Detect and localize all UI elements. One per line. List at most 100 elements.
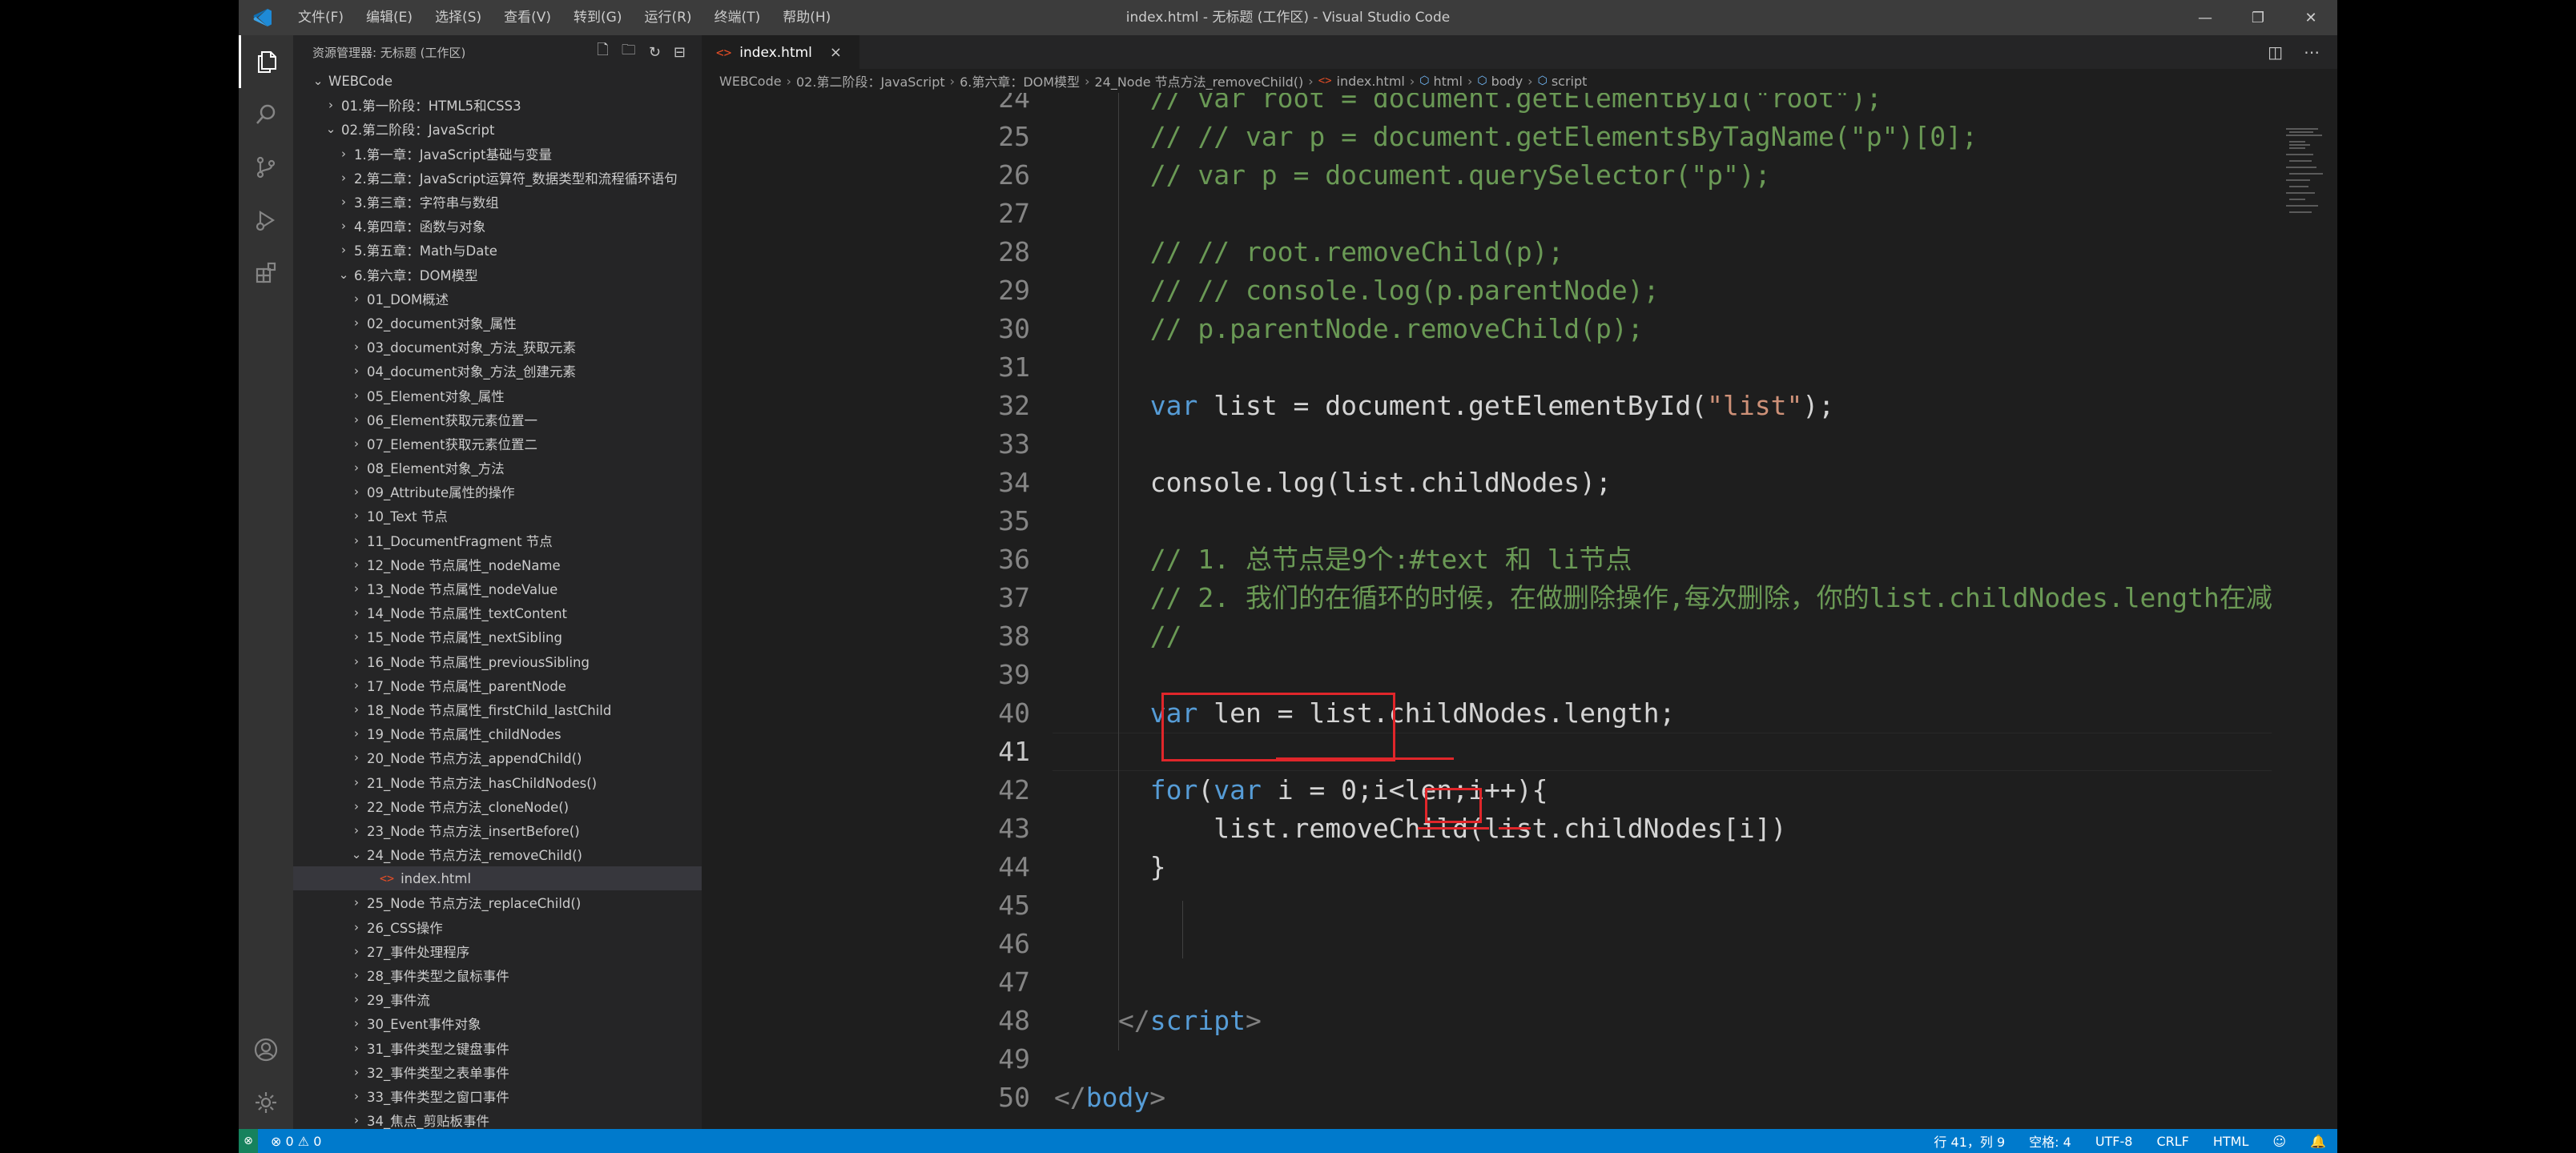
folder-item[interactable]: › 13_Node 节点属性_nodeValue xyxy=(293,576,702,601)
line-number: 41 xyxy=(998,736,1030,767)
folder-item[interactable]: › 18_Node 节点属性_firstChild_lastChild xyxy=(293,697,702,721)
breadcrumb-item[interactable]: 24_Node 节点方法_removeChild() xyxy=(1094,71,1303,90)
menu-item[interactable]: 运行(R) xyxy=(633,0,702,35)
feedback-icon[interactable]: ☺ xyxy=(2272,1134,2286,1149)
folder-item[interactable]: › 20_Node 节点方法_appendChild() xyxy=(293,745,702,769)
language-mode[interactable]: HTML xyxy=(2213,1134,2249,1149)
close-tab-icon[interactable]: × xyxy=(830,44,842,61)
menu-item[interactable]: 帮助(H) xyxy=(771,0,842,35)
folder-item[interactable]: ⌄ 6.第六章：DOM模型 xyxy=(293,263,702,287)
close-window-button[interactable]: ✕ xyxy=(2284,0,2337,35)
menu-item[interactable]: 转到(G) xyxy=(562,0,633,35)
folder-item[interactable]: › 08_Element对象_方法 xyxy=(293,456,702,480)
tree-item-label: 02.第二阶段：JavaScript xyxy=(341,123,495,139)
indentation[interactable]: 空格: 4 xyxy=(2029,1131,2071,1151)
new-folder-icon[interactable]: 🗀 xyxy=(622,40,636,64)
folder-item[interactable]: › 1.第一章：JavaScript基础与变量 xyxy=(293,142,702,166)
line-number: 24 xyxy=(998,93,1030,114)
explorer-icon[interactable] xyxy=(239,35,293,88)
folder-item[interactable]: › 17_Node 节点属性_parentNode xyxy=(293,673,702,697)
folder-item[interactable]: › 31_事件类型之键盘事件 xyxy=(293,1036,702,1060)
extensions-icon[interactable] xyxy=(239,247,293,299)
folder-item[interactable]: › 09_Attribute属性的操作 xyxy=(293,480,702,504)
folder-item[interactable]: › 14_Node 节点属性_textContent xyxy=(293,601,702,625)
breadcrumb-item[interactable]: script xyxy=(1552,74,1588,89)
code-line: 50 </body> xyxy=(702,1079,2272,1117)
folder-item[interactable]: › 3.第三章：字符串与数组 xyxy=(293,190,702,214)
breadcrumb-item[interactable]: 02.第二阶段：JavaScript xyxy=(796,71,945,90)
refresh-icon[interactable]: ↻ xyxy=(649,44,661,61)
split-editor-icon[interactable]: ◫ xyxy=(2268,42,2283,62)
problems-count[interactable]: ⊗ 0 ⚠ 0 xyxy=(258,1134,321,1149)
breadcrumb-item[interactable]: index.html xyxy=(1337,74,1405,89)
folder-item[interactable]: ⌄ 24_Node 节点方法_removeChild() xyxy=(293,842,702,866)
folder-item[interactable]: › 30_Event事件对象 xyxy=(293,1011,702,1035)
folder-item[interactable]: › 26_CSS操作 xyxy=(293,915,702,939)
minimap[interactable] xyxy=(2272,93,2337,1129)
breadcrumb-item[interactable]: 6.第六章：DOM模型 xyxy=(960,71,1080,90)
line-number: 27 xyxy=(998,198,1030,229)
line-number: 40 xyxy=(998,697,1030,729)
folder-item[interactable]: › 06_Element获取元素位置一 xyxy=(293,408,702,432)
folder-item[interactable]: › 05_Element对象_属性 xyxy=(293,383,702,407)
end-of-line[interactable]: CRLF xyxy=(2156,1134,2188,1149)
file-item[interactable]: <> index.html xyxy=(293,866,702,891)
more-actions-icon[interactable]: ⋯ xyxy=(2304,42,2320,62)
folder-item[interactable]: › 01_DOM概述 xyxy=(293,287,702,311)
new-file-icon[interactable]: 🗋 xyxy=(597,40,608,64)
notifications-icon[interactable]: 🔔 xyxy=(2310,1134,2326,1149)
folder-item[interactable]: › 28_事件类型之鼠标事件 xyxy=(293,963,702,987)
folder-item[interactable]: › 22_Node 节点方法_cloneNode() xyxy=(293,794,702,818)
folder-item[interactable]: › 02_document对象_属性 xyxy=(293,311,702,335)
minimize-button[interactable]: — xyxy=(2179,0,2232,35)
chevron-right-icon: › xyxy=(354,750,359,765)
folder-item[interactable]: › 19_Node 节点属性_childNodes xyxy=(293,721,702,745)
folder-item[interactable]: › 32_事件类型之表单事件 xyxy=(293,1060,702,1084)
folder-item[interactable]: › 2.第二章：JavaScript运算符_数据类型和流程循环语句 xyxy=(293,166,702,190)
menu-item[interactable]: 编辑(E) xyxy=(355,0,424,35)
maximize-button[interactable]: ❐ xyxy=(2232,0,2284,35)
menu-item[interactable]: 选择(S) xyxy=(424,0,493,35)
menu-item[interactable]: 终端(T) xyxy=(703,0,772,35)
folder-item[interactable]: › 10_Text 节点 xyxy=(293,504,702,528)
encoding[interactable]: UTF-8 xyxy=(2095,1134,2133,1149)
folder-item[interactable]: › 11_DocumentFragment 节点 xyxy=(293,528,702,552)
chevron-right-icon: › xyxy=(354,532,359,548)
folder-item[interactable]: › 27_事件处理程序 xyxy=(293,939,702,963)
search-icon[interactable] xyxy=(239,88,293,141)
breadcrumb-item[interactable]: WEBCode xyxy=(719,74,782,89)
folder-item[interactable]: ⌄ 02.第二阶段：JavaScript xyxy=(293,117,702,141)
folder-item[interactable]: › 34_焦点_剪贴板事件 xyxy=(293,1108,702,1129)
folder-item[interactable]: › 12_Node 节点属性_nodeName xyxy=(293,552,702,576)
folder-item[interactable]: › 25_Node 节点方法_replaceChild() xyxy=(293,890,702,914)
collapse-all-icon[interactable]: ⊟ xyxy=(674,44,686,61)
folder-item[interactable]: › 23_Node 节点方法_insertBefore() xyxy=(293,818,702,842)
settings-gear-icon[interactable] xyxy=(239,1076,293,1129)
run-debug-icon[interactable] xyxy=(239,194,293,247)
code-editor[interactable]: 24 // var root = document.getElementById(… xyxy=(702,93,2272,1129)
folder-item[interactable]: › 21_Node 节点方法_hasChildNodes() xyxy=(293,769,702,793)
chevron-right-icon: › xyxy=(341,219,346,234)
menu-item[interactable]: 查看(V) xyxy=(493,0,562,35)
folder-item[interactable]: › 04_document对象_方法_创建元素 xyxy=(293,359,702,383)
source-control-icon[interactable] xyxy=(239,141,293,194)
account-icon[interactable] xyxy=(239,1023,293,1076)
breadcrumb-item[interactable]: html xyxy=(1434,74,1463,89)
line-number: 48 xyxy=(998,1005,1030,1036)
folder-item[interactable]: › 07_Element获取元素位置二 xyxy=(293,432,702,456)
folder-item[interactable]: › 29_事件流 xyxy=(293,987,702,1011)
folder-item[interactable]: › 16_Node 节点属性_previousSibling xyxy=(293,649,702,673)
tree-item-label: 6.第六章：DOM模型 xyxy=(354,267,478,283)
remote-indicator-icon[interactable]: ⊗ xyxy=(239,1129,258,1153)
cursor-position[interactable]: 行 41，列 9 xyxy=(1934,1131,2005,1151)
folder-item[interactable]: › 03_document对象_方法_获取元素 xyxy=(293,335,702,359)
folder-item[interactable]: › 01.第一阶段：HTML5和CSS3 xyxy=(293,93,702,117)
breadcrumb-item[interactable]: body xyxy=(1491,74,1523,89)
menu-item[interactable]: 文件(F) xyxy=(287,0,355,35)
folder-item[interactable]: ⌄ WEBCode xyxy=(293,69,702,93)
folder-item[interactable]: › 4.第四章：函数与对象 xyxy=(293,214,702,238)
tab-index-html[interactable]: <> index.html × xyxy=(702,35,859,69)
folder-item[interactable]: › 5.第五章：Math与Date xyxy=(293,238,702,262)
folder-item[interactable]: › 15_Node 节点属性_nextSibling xyxy=(293,625,702,649)
folder-item[interactable]: › 33_事件类型之窗口事件 xyxy=(293,1084,702,1108)
